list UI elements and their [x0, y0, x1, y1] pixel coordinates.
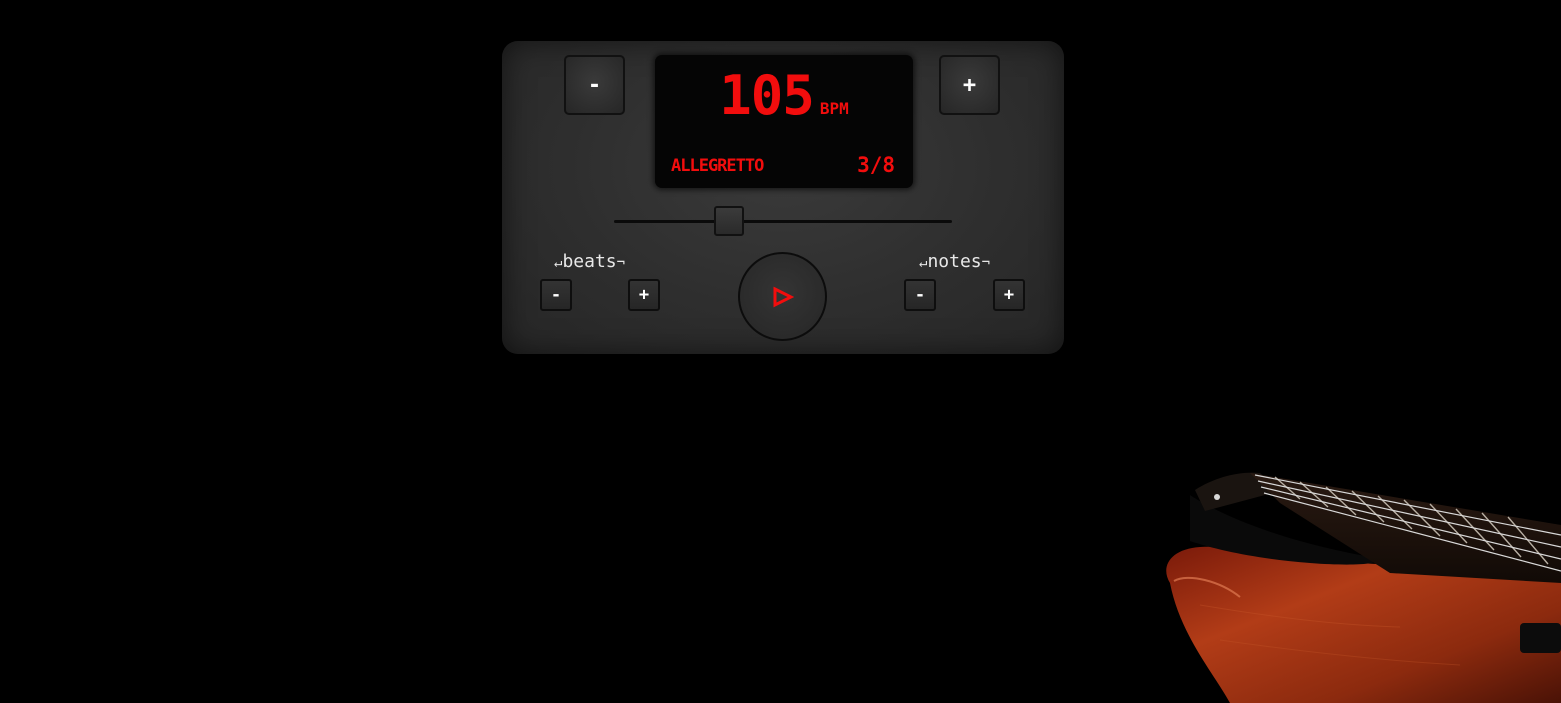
bpm-value: 105 [719, 64, 815, 127]
corner-right-icon: ¬ [981, 255, 991, 271]
tempo-display: 105 BPM ALLEGRETTO 3/8 [655, 55, 913, 188]
bpm-unit: BPM [819, 99, 849, 118]
notes-label: notes [927, 251, 982, 272]
metronome-panel: - 105 BPM ALLEGRETTO 3/8 + ↵beats¬ - + ↵n… [502, 41, 1064, 354]
decrease-bpm-button[interactable]: - [564, 55, 625, 115]
notes-increase-button[interactable]: + [993, 279, 1025, 311]
play-icon [773, 286, 794, 307]
app-screen: - 105 BPM ALLEGRETTO 3/8 + ↵beats¬ - + ↵n… [0, 0, 1561, 703]
tempo-slider[interactable] [614, 206, 952, 236]
bass-guitar-image [1166, 472, 1561, 703]
time-signature: 3/8 [857, 153, 895, 177]
beats-group-label: ↵beats¬ [554, 251, 625, 272]
beats-increase-button[interactable]: + [628, 279, 660, 311]
corner-right-icon: ¬ [616, 255, 626, 271]
beats-label: beats [562, 251, 617, 272]
bpm-readout: 105 BPM [655, 65, 913, 127]
notes-decrease-button[interactable]: - [904, 279, 936, 311]
increase-bpm-button[interactable]: + [939, 55, 1000, 115]
notes-group-label: ↵notes¬ [919, 251, 990, 272]
tempo-marking: ALLEGRETTO [671, 156, 764, 176]
play-button[interactable] [738, 252, 827, 341]
beats-decrease-button[interactable]: - [540, 279, 572, 311]
tempo-slider-thumb[interactable] [714, 206, 744, 236]
